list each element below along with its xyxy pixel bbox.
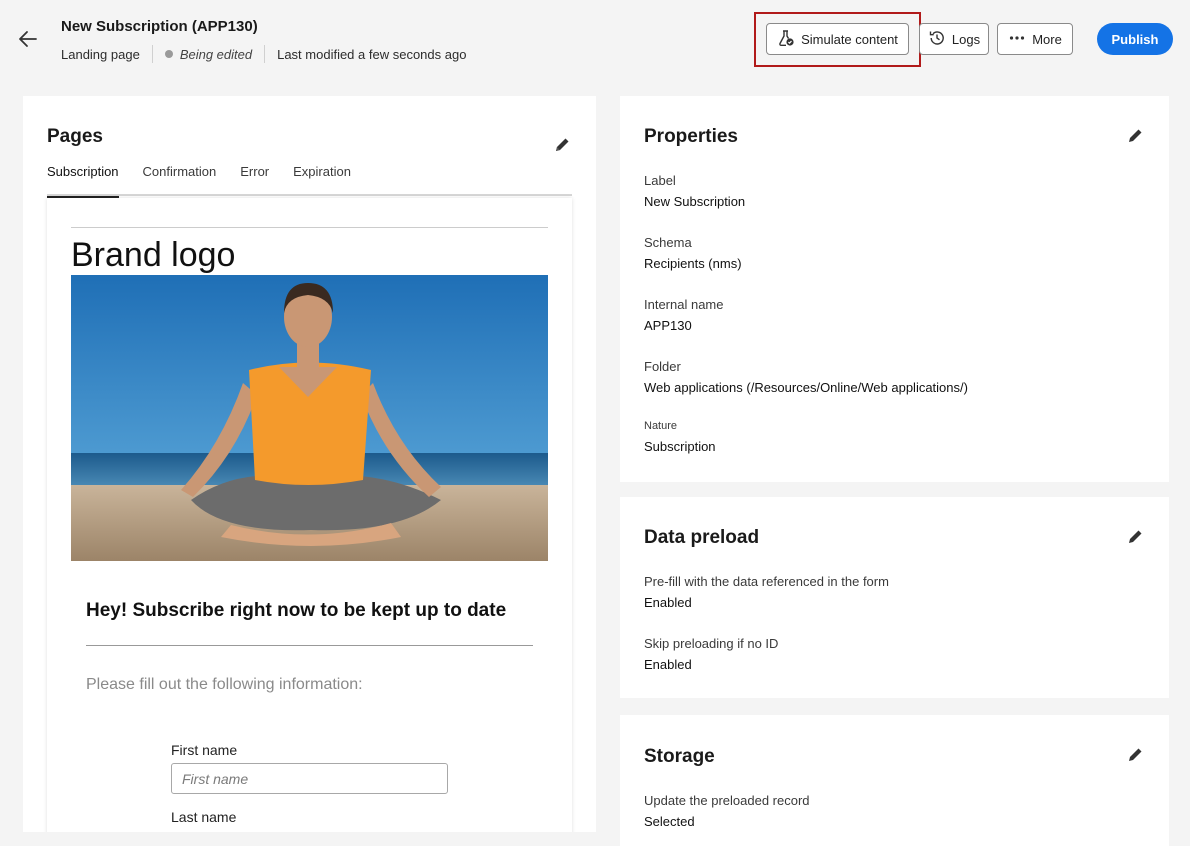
prop-value: Recipients (nms) [644, 256, 742, 271]
prop-value: Selected [644, 814, 695, 829]
meta-divider [151, 45, 153, 63]
data-preload-heading: Data preload [644, 527, 760, 548]
first-name-label: First name [171, 742, 238, 758]
prop-value: Web applications (/Resources/Online/Web … [644, 380, 968, 395]
first-name-field[interactable] [171, 763, 448, 794]
page-meta: Landing page Being edited Last modified … [61, 45, 466, 63]
tab-error[interactable]: Error [240, 162, 269, 196]
prop-label: Skip preloading if no ID [644, 636, 779, 651]
prop-label: Schema [644, 235, 692, 250]
more-dots-icon [1008, 29, 1032, 50]
status-dot-icon [164, 50, 173, 58]
page-type: Landing page [61, 46, 140, 62]
prop-value: Enabled [644, 657, 692, 672]
hero-image [71, 275, 548, 561]
prop-value: APP130 [644, 318, 692, 333]
last-name-label: Last name [171, 809, 237, 825]
status-badge: Being edited [179, 46, 253, 62]
data-preload-panel: Data preload Pre-fill with the data refe… [620, 497, 1169, 698]
subscribe-headline: Hey! Subscribe right now to be kept up t… [86, 600, 507, 621]
storage-heading: Storage [644, 746, 715, 767]
tab-confirmation[interactable]: Confirmation [143, 162, 217, 196]
prop-label: Label [644, 173, 676, 188]
logs-label: Logs [951, 31, 981, 47]
more-label: More [1032, 31, 1062, 47]
back-arrow-icon[interactable] [16, 27, 40, 51]
preview-divider [71, 227, 548, 228]
prop-label: Update the preloaded record [644, 793, 810, 808]
simulate-content-button[interactable]: Simulate content [766, 23, 909, 55]
form-intro: Please fill out the following informatio… [86, 676, 363, 693]
preview-divider [86, 645, 533, 646]
prop-label: Pre-fill with the data referenced in the… [644, 574, 889, 589]
page-title: New Subscription (APP130) [61, 18, 258, 35]
more-button[interactable]: More [997, 23, 1073, 55]
history-icon [928, 29, 952, 50]
logs-button[interactable]: Logs [919, 23, 989, 55]
brand-logo: Brand logo [71, 236, 236, 274]
properties-panel: Properties Label New Subscription Schema… [620, 96, 1169, 482]
header: New Subscription (APP130) Landing page B… [0, 0, 1190, 80]
pencil-icon[interactable] [1126, 528, 1144, 546]
pages-tabs: Subscription Confirmation Error Expirati… [47, 162, 572, 198]
properties-heading: Properties [644, 126, 738, 147]
prop-value: Enabled [644, 595, 692, 610]
prop-value: Subscription [644, 439, 716, 454]
pencil-icon[interactable] [1126, 746, 1144, 764]
tab-expiration[interactable]: Expiration [293, 162, 351, 196]
storage-panel: Storage Update the preloaded record Sele… [620, 715, 1169, 846]
prop-label: Folder [644, 359, 681, 374]
pages-panel: Pages Subscription Confirmation Error Ex… [23, 96, 596, 832]
page-preview: Brand logo Hey! Subscribe right now to b… [47, 198, 572, 832]
pages-heading: Pages [47, 126, 103, 147]
simulate-label: Simulate content [801, 31, 898, 47]
meta-divider [264, 45, 266, 63]
pencil-icon[interactable] [553, 136, 571, 154]
last-modified: Last modified a few seconds ago [277, 46, 467, 62]
flask-icon [777, 29, 801, 50]
pencil-icon[interactable] [1126, 127, 1144, 145]
publish-button[interactable]: Publish [1097, 23, 1173, 55]
prop-value: New Subscription [644, 194, 746, 209]
prop-label: Nature [644, 420, 678, 432]
prop-label: Internal name [644, 297, 724, 312]
tab-subscription[interactable]: Subscription [47, 162, 119, 198]
